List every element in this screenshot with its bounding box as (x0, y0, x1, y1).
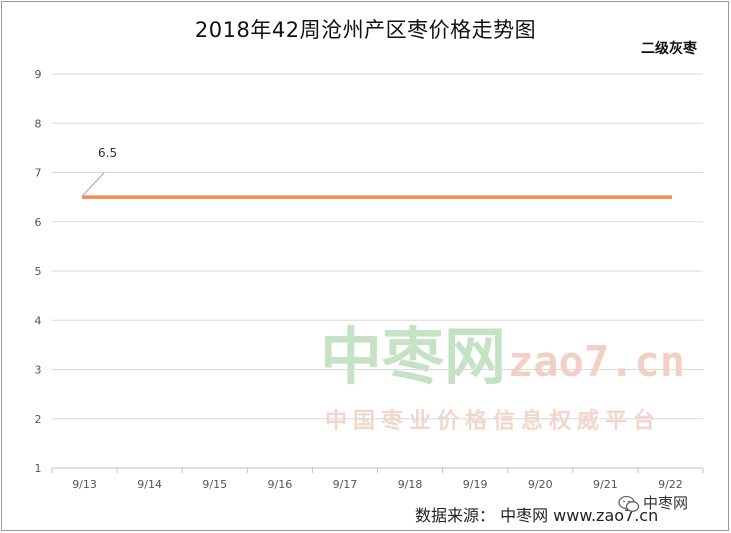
y-tick-label: 2 (35, 413, 42, 426)
x-tick-label: 9/14 (137, 478, 162, 491)
brand-mark: 中枣网 (618, 492, 688, 513)
x-axis: 9/13 9/14 9/15 9/16 9/17 9/18 9/19 9/20 9/21 9/22 (51, 468, 704, 491)
watermark: 中枣网 zao7.cn 中国枣业价格信息权威平台 (320, 320, 685, 434)
x-tick-label: 9/16 (267, 478, 292, 491)
x-tick-label: 9/17 (333, 478, 358, 491)
y-tick-label: 7 (35, 167, 42, 180)
y-tick-label: 8 (35, 117, 42, 130)
data-label-leader (81, 172, 105, 197)
x-tick-label: 9/18 (398, 478, 423, 491)
x-tick-label: 9/22 (658, 478, 683, 491)
data-label: 6.5 (98, 146, 117, 160)
y-tick-label: 3 (35, 364, 42, 377)
y-tick-label: 5 (35, 265, 42, 278)
y-tick-label: 4 (35, 314, 42, 327)
y-axis: 1 2 3 4 5 6 7 8 9 (35, 68, 42, 475)
y-tick-label: 9 (35, 68, 42, 81)
data-labels: 6.5 (81, 146, 117, 197)
x-tick-label: 9/15 (202, 478, 227, 491)
watermark-cn: 中枣网 (320, 320, 506, 393)
watermark-slogan: 中国枣业价格信息权威平台 (325, 408, 661, 434)
wechat-icon (618, 495, 640, 512)
line-chart: 中枣网 zao7.cn 中国枣业价格信息权威平台 123456789 9/13 9… (35, 68, 704, 491)
x-tick-label: 9/19 (463, 478, 488, 491)
y-tick-label: 1 (35, 462, 42, 475)
brand-name: 中枣网 (643, 494, 689, 512)
watermark-en: zao7.cn (508, 337, 685, 386)
x-tick-label: 9/20 (528, 478, 553, 491)
x-tick-label: 9/13 (72, 478, 97, 491)
y-tick-label: 6 (35, 216, 42, 229)
x-tick-label: 9/21 (593, 478, 618, 491)
